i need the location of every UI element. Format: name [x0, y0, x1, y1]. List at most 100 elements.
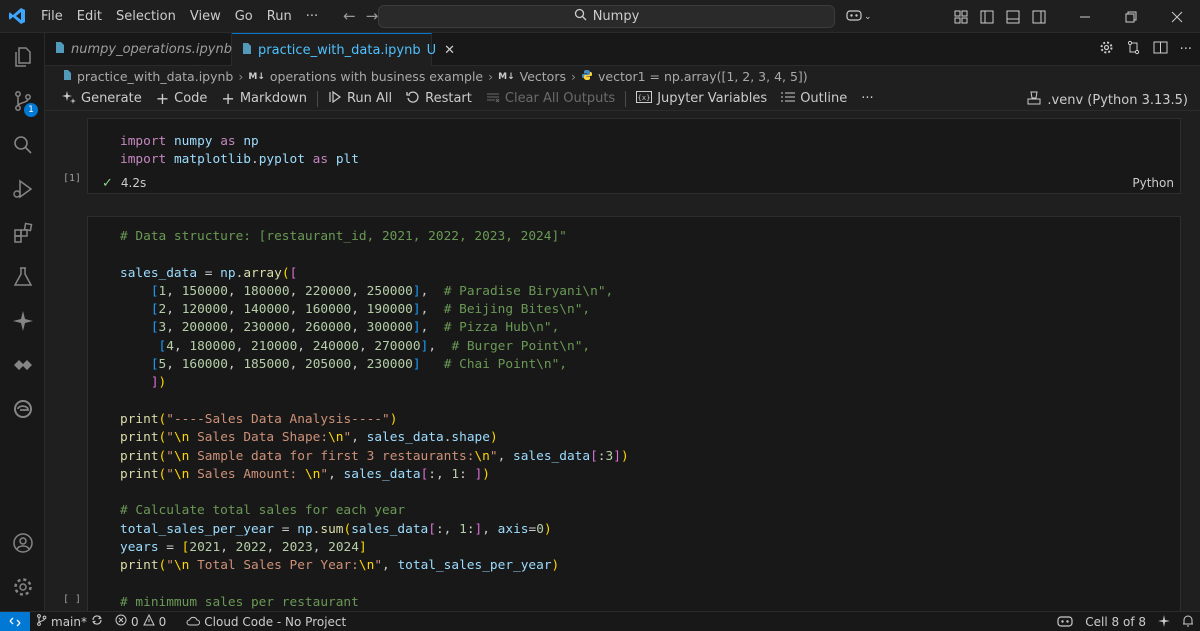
success-check-icon: ✓: [102, 175, 113, 191]
breadcrumb: practice_with_data.ipynb › M↓ operations…: [45, 66, 1200, 87]
python-icon: [581, 69, 593, 84]
notebook-file-icon: [242, 42, 252, 59]
clear-all-icon: [486, 90, 500, 108]
restart-label: Restart: [425, 91, 472, 106]
split-editor-icon[interactable]: [1153, 40, 1168, 59]
cloud-code-indicator[interactable]: Cloud Code - No Project: [180, 615, 352, 629]
markdown-icon: M↓: [498, 71, 515, 82]
breadcrumb-file[interactable]: practice_with_data.ipynb: [77, 69, 233, 84]
restart-kernel-button[interactable]: Restart: [399, 90, 479, 108]
cloud-icon: [186, 615, 201, 629]
cell-2-code[interactable]: # Data structure: [restaurant_id, 2021, …: [88, 217, 1180, 611]
breadcrumb-section[interactable]: operations with business example: [270, 69, 483, 84]
sparkle-status-icon[interactable]: [1158, 614, 1170, 630]
menu-run[interactable]: Run: [260, 9, 299, 24]
search-view-icon[interactable]: [0, 127, 45, 163]
add-markdown-cell-button[interactable]: + Markdown: [214, 89, 314, 108]
chevron-right-icon: ›: [238, 69, 244, 84]
code-label: Code: [174, 91, 208, 106]
kernel-picker[interactable]: .venv (Python 3.13.5): [1027, 91, 1188, 109]
toggle-secondary-sidebar-icon[interactable]: [1026, 10, 1052, 24]
cell-1-execution-count: [1]: [63, 173, 82, 184]
menu-file[interactable]: File: [34, 9, 70, 24]
warning-count: 0: [158, 614, 167, 629]
title-bar: File Edit Selection View Go Run ··· ← → …: [0, 0, 1200, 33]
chevron-down-icon: ⌄: [864, 12, 872, 22]
menu-more[interactable]: ···: [299, 9, 325, 24]
minimize-icon[interactable]: [1062, 11, 1108, 23]
copilot-menu-button[interactable]: ⌄: [846, 8, 872, 26]
markdown-label: Markdown: [239, 91, 307, 106]
copilot-status-icon[interactable]: [1057, 614, 1073, 631]
problems-indicator[interactable]: 0 0: [109, 613, 172, 629]
breadcrumb-subsection[interactable]: Vectors: [520, 69, 566, 84]
toolbar-more-button[interactable]: ···: [854, 91, 880, 106]
testing-flask-icon[interactable]: [0, 259, 45, 295]
more-actions-icon[interactable]: ···: [1180, 42, 1192, 57]
jupyter-variables-button[interactable]: {x} Jupyter Variables: [629, 90, 774, 107]
back-arrow-icon[interactable]: ←: [343, 7, 356, 25]
tab-numpy-operations[interactable]: numpy_operations.ipynb: [45, 33, 232, 66]
error-icon: [115, 614, 127, 629]
activity-bar: 1: [0, 33, 45, 611]
close-window-icon[interactable]: [1154, 11, 1200, 23]
cell-position[interactable]: Cell 8 of 8: [1085, 615, 1146, 629]
toggle-panel-icon[interactable]: [1000, 10, 1026, 24]
forward-arrow-icon[interactable]: →: [366, 7, 379, 25]
clear-all-label: Clear All Outputs: [504, 91, 616, 106]
notebook-settings-gear-icon[interactable]: [1099, 40, 1114, 59]
cloud-code-label: Cloud Code - No Project: [204, 614, 347, 629]
error-count: 0: [130, 614, 139, 629]
explorer-icon[interactable]: [0, 39, 45, 75]
code-cell-2[interactable]: # Data structure: [restaurant_id, 2021, …: [87, 216, 1181, 611]
remote-explorer-icon[interactable]: [0, 347, 45, 383]
copilot-icon: [846, 8, 862, 26]
add-code-cell-button[interactable]: + Code: [149, 89, 215, 108]
edge-devtools-icon[interactable]: [0, 391, 45, 427]
command-center-search[interactable]: Numpy: [378, 5, 835, 28]
source-control-icon[interactable]: 1: [0, 83, 45, 119]
plus-icon: +: [155, 89, 170, 108]
kernel-icon: [1027, 91, 1041, 109]
tab-label: numpy_operations.ipynb: [71, 42, 232, 57]
close-tab-icon[interactable]: ✕: [444, 43, 455, 58]
compare-changes-icon[interactable]: [1126, 40, 1141, 59]
run-all-label: Run All: [346, 91, 393, 106]
untracked-indicator: U: [426, 42, 437, 58]
layout-customize-icon[interactable]: [948, 10, 974, 24]
kernel-label: .venv (Python 3.13.5): [1047, 92, 1188, 108]
notifications-bell-icon[interactable]: [1182, 614, 1194, 630]
tab-practice-with-data[interactable]: practice_with_data.ipynb U ✕: [232, 33, 455, 66]
menu-edit[interactable]: Edit: [70, 9, 109, 24]
branch-indicator[interactable]: main*: [30, 614, 109, 629]
extensions-icon[interactable]: [0, 215, 45, 251]
clear-all-outputs-button[interactable]: Clear All Outputs: [479, 90, 622, 108]
restore-icon[interactable]: [1108, 11, 1154, 23]
sync-icon[interactable]: [91, 614, 103, 629]
toolbar-divider: [316, 90, 318, 107]
breadcrumb-symbol[interactable]: vector1 = np.array([1, 2, 3, 4, 5]): [598, 69, 808, 84]
account-icon[interactable]: [0, 525, 45, 561]
outline-list-icon: [781, 91, 796, 107]
generate-button[interactable]: Generate: [55, 90, 149, 108]
variables-label: Jupyter Variables: [657, 91, 768, 106]
remote-indicator-icon[interactable]: [0, 611, 30, 631]
outline-button[interactable]: Outline: [774, 91, 854, 107]
menu-view[interactable]: View: [183, 9, 228, 24]
code-cell-1[interactable]: import numpy as np import matplotlib.pyp…: [87, 118, 1181, 194]
chevron-right-icon: ›: [570, 69, 576, 84]
cell-1-code[interactable]: import numpy as np import matplotlib.pyp…: [88, 119, 1180, 170]
notebook-file-icon: [55, 41, 65, 58]
run-all-button[interactable]: Run All: [321, 90, 399, 108]
toggle-primary-sidebar-icon[interactable]: [974, 10, 1000, 24]
tab-label: practice_with_data.ipynb: [258, 42, 421, 58]
copilot-sparkle-icon[interactable]: [0, 303, 45, 339]
notebook-editor: import numpy as np import matplotlib.pyp…: [45, 112, 1200, 611]
menu-go[interactable]: Go: [228, 9, 260, 24]
run-debug-icon[interactable]: [0, 171, 45, 207]
settings-gear-icon[interactable]: [0, 569, 45, 605]
toolbar-divider: [625, 90, 627, 107]
menu-selection[interactable]: Selection: [109, 9, 183, 24]
vscode-logo-icon: [0, 0, 34, 33]
cell-language-label[interactable]: Python: [1132, 176, 1174, 190]
